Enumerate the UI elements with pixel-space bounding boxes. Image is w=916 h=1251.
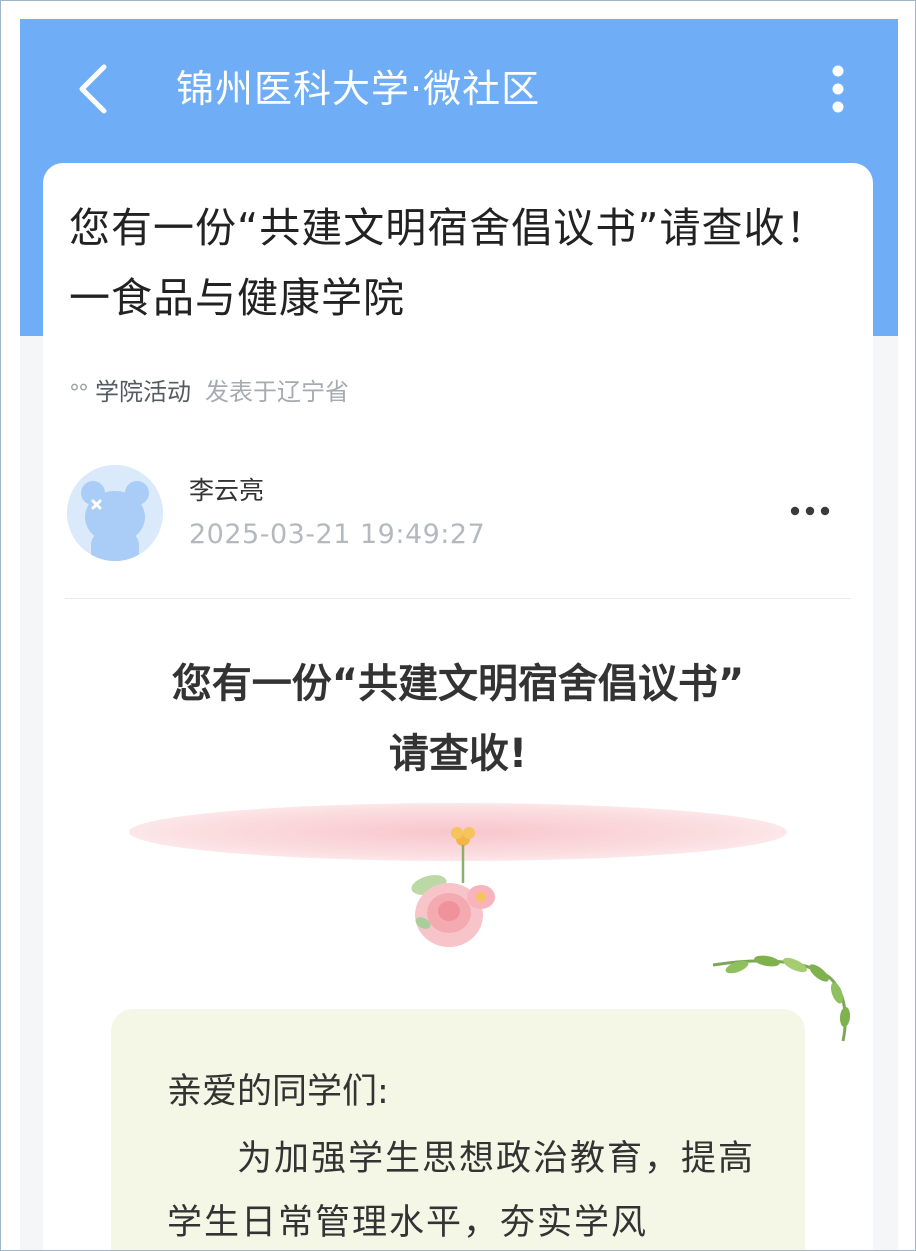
post-timestamp: 2025-03-21 19:49:27 <box>189 519 486 550</box>
article-heading: 您有一份“共建文明宿舍倡议书” 请查收! <box>73 649 843 789</box>
post-meta: °° 学院活动 发表于辽宁省 <box>69 375 349 409</box>
post-options-button[interactable] <box>785 493 835 529</box>
more-horizontal-icon <box>790 506 830 516</box>
post-title: 您有一份“共建文明宿舍倡议书”请查收！一食品与健康学院 <box>69 204 828 322</box>
chevron-left-icon <box>79 64 107 114</box>
screenshot-frame: 锦州医科大学·微社区 您有一份“共建文明宿舍倡议书”请查收！一食品与健康学院 °… <box>0 0 916 1251</box>
more-vertical-icon <box>832 65 844 113</box>
category-icon: °° <box>69 381 89 406</box>
back-button[interactable] <box>72 61 116 117</box>
post-card: 您有一份“共建文明宿舍倡议书”请查收！一食品与健康学院 °° 学院活动 发表于辽宁省… <box>43 163 873 1250</box>
avatar[interactable] <box>67 465 163 561</box>
article-heading-line1: 您有一份“共建文明宿舍倡议书” <box>171 661 745 707</box>
nav-title: 锦州医科大学·微社区 <box>176 67 541 111</box>
article-heading-line2: 请查收! <box>388 731 528 777</box>
divider <box>65 598 851 599</box>
location-label: 发表于辽宁省 <box>205 378 349 406</box>
author-name[interactable]: 李云亮 <box>189 473 264 509</box>
letter-body: 为加强学生思想政治教育，提高学生日常管理水平，夯实学风 <box>167 1139 756 1243</box>
app-screen: 锦州医科大学·微社区 您有一份“共建文明宿舍倡议书”请查收！一食品与健康学院 °… <box>20 19 898 1250</box>
letter-box: 亲爱的同学们: 为加强学生思想政治教育，提高学生日常管理水平，夯实学风 <box>111 1009 805 1250</box>
bear-avatar-icon <box>67 465 163 561</box>
more-menu-button[interactable] <box>820 63 856 115</box>
rose-flower-icon <box>411 827 495 947</box>
category-label[interactable]: 学院活动 <box>95 378 191 406</box>
letter-greeting: 亲爱的同学们: <box>167 1072 389 1112</box>
